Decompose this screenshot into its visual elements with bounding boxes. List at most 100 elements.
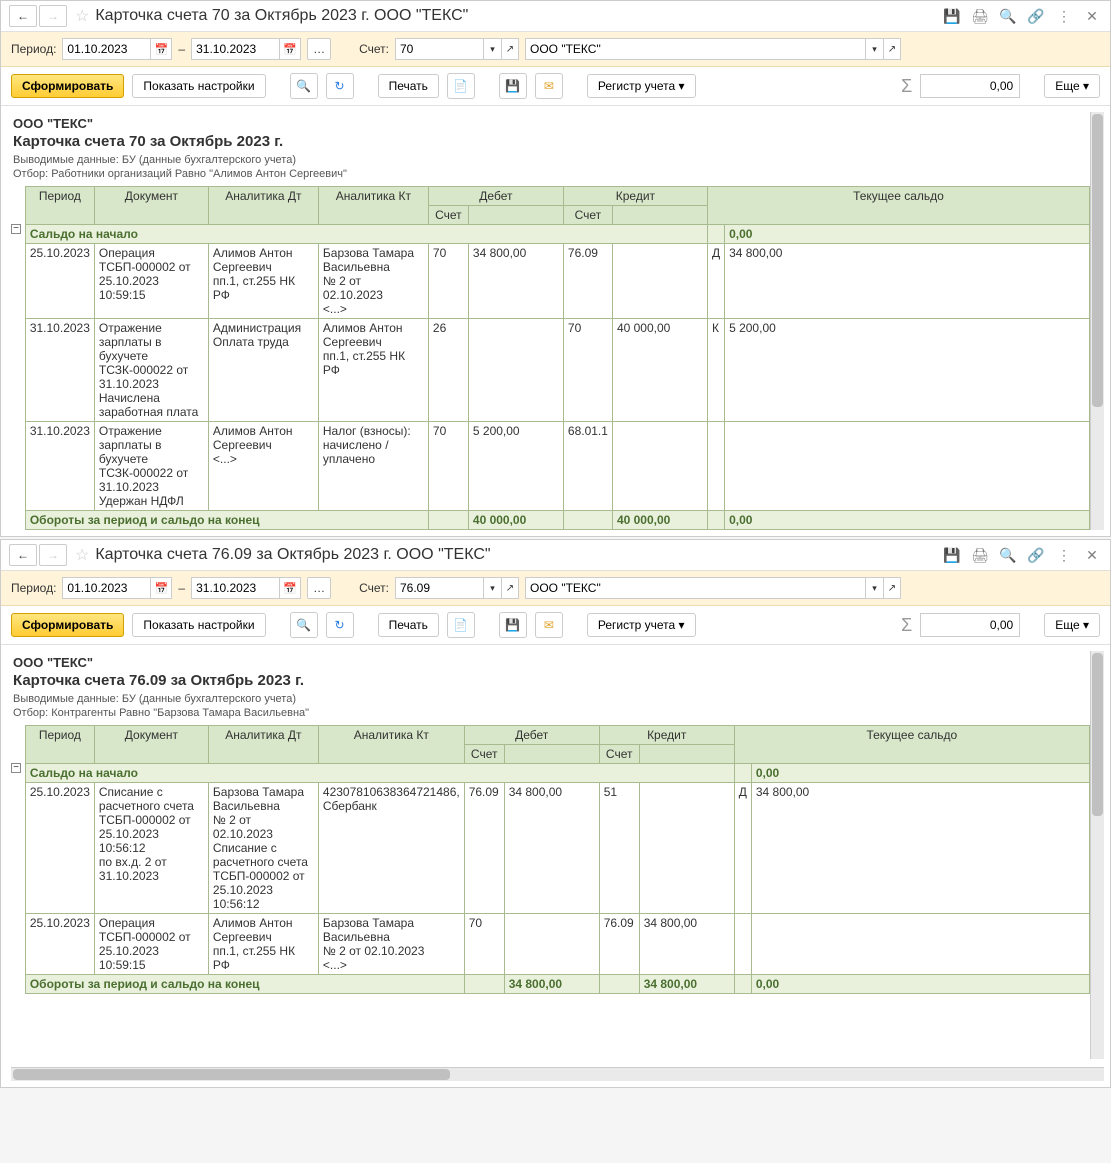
col-kt-sum (639, 745, 734, 764)
report-title: Карточка счета 70 за Октябрь 2023 г. (13, 133, 1088, 150)
table-row[interactable]: 31.10.2023Отражение зарплаты в бухучете … (25, 422, 1089, 511)
close-icon[interactable]: ✕ (1082, 545, 1102, 565)
link-icon[interactable]: 🔗 (1026, 6, 1046, 26)
register-dropdown[interactable]: Регистр учета ▾ (587, 613, 696, 637)
preview-icon[interactable]: 🔍 (998, 6, 1018, 26)
star-icon[interactable]: ☆ (75, 6, 89, 26)
form-button[interactable]: Сформировать (11, 613, 124, 637)
print-preview-icon[interactable]: 📄 (447, 612, 475, 638)
col-dt-sum (504, 745, 599, 764)
col-saldo: Текущее сальдо (707, 187, 1089, 225)
tree-column: − (11, 186, 25, 530)
sigma-icon: Σ (901, 615, 912, 636)
period-label: Период: (11, 581, 56, 595)
print-icon[interactable]: 🖨 (970, 6, 990, 26)
sigma-icon: Σ (901, 76, 912, 97)
date-to-input[interactable] (191, 38, 279, 60)
register-dropdown[interactable]: Регистр учета ▾ (587, 74, 696, 98)
more-button[interactable]: Еще ▾ (1044, 74, 1100, 98)
date-to-input[interactable] (191, 577, 279, 599)
col-an-dt: Аналитика Дт (208, 187, 318, 225)
nav-back[interactable]: ← (9, 544, 37, 566)
report-filter: Отбор: Работники организаций Равно "Алим… (13, 168, 1088, 180)
chevron-down-icon[interactable]: ▾ (865, 38, 883, 60)
nav-back[interactable]: ← (9, 5, 37, 27)
titlebar: ← → ☆ Карточка счета 70 за Октябрь 2023 … (1, 1, 1110, 32)
closing-row: Обороты за период и сальдо на конец40 00… (25, 511, 1089, 530)
report-table: Период Документ Аналитика Дт Аналитика К… (25, 725, 1090, 994)
account-input[interactable] (395, 577, 483, 599)
dash: – (178, 581, 185, 595)
close-icon[interactable]: ✕ (1082, 6, 1102, 26)
collapse-icon[interactable]: − (11, 763, 21, 773)
menu-dots-icon[interactable]: ⋮ (1054, 545, 1074, 565)
col-an-kt: Аналитика Кт (318, 187, 428, 225)
open-external-icon[interactable]: ↗ (883, 38, 901, 60)
refresh-icon[interactable]: ↻ (326, 612, 354, 638)
period-select-button[interactable]: … (307, 577, 331, 599)
show-settings-button[interactable]: Показать настройки (132, 613, 265, 637)
chevron-down-icon[interactable]: ▾ (483, 577, 501, 599)
table-row[interactable]: 31.10.2023Отражение зарплаты в бухучете … (25, 319, 1089, 422)
vertical-scrollbar[interactable] (1090, 651, 1104, 1059)
save-icon[interactable]: 💾 (942, 545, 962, 565)
print-icon[interactable]: 🖨 (970, 545, 990, 565)
col-period: Период (25, 726, 94, 764)
star-icon[interactable]: ☆ (75, 545, 89, 565)
refresh-icon[interactable]: ↻ (326, 73, 354, 99)
save-file-icon[interactable]: 💾 (499, 73, 527, 99)
calendar-icon[interactable]: 📅 (279, 38, 301, 60)
preview-icon[interactable]: 🔍 (998, 545, 1018, 565)
chevron-down-icon[interactable]: ▾ (865, 577, 883, 599)
period-select-button[interactable]: … (307, 38, 331, 60)
mail-icon[interactable]: ✉ (535, 612, 563, 638)
col-debit: Дебет (464, 726, 599, 745)
print-button[interactable]: Печать (378, 613, 439, 637)
col-saldo: Текущее сальдо (734, 726, 1089, 764)
table-row[interactable]: 25.10.2023Списание с расчетного счета ТС… (25, 783, 1089, 914)
report-table: Период Документ Аналитика Дт Аналитика К… (25, 186, 1090, 530)
search-icon[interactable]: 🔍 (290, 73, 318, 99)
show-settings-button[interactable]: Показать настройки (132, 74, 265, 98)
toolbar: Сформировать Показать настройки 🔍 ↻ Печа… (1, 606, 1110, 645)
col-dt-acc: Счет (464, 745, 504, 764)
col-kt-sum (612, 206, 707, 225)
form-button[interactable]: Сформировать (11, 74, 124, 98)
more-button[interactable]: Еще ▾ (1044, 613, 1100, 637)
mail-icon[interactable]: ✉ (535, 73, 563, 99)
vertical-scrollbar[interactable] (1090, 112, 1104, 530)
dash: – (178, 42, 185, 56)
col-an-dt: Аналитика Дт (208, 726, 318, 764)
org-input[interactable] (525, 38, 865, 60)
calendar-icon[interactable]: 📅 (150, 38, 172, 60)
save-file-icon[interactable]: 💾 (499, 612, 527, 638)
collapse-icon[interactable]: − (11, 224, 21, 234)
org-input[interactable] (525, 577, 865, 599)
menu-dots-icon[interactable]: ⋮ (1054, 6, 1074, 26)
link-icon[interactable]: 🔗 (1026, 545, 1046, 565)
period-label: Период: (11, 42, 56, 56)
page-title: Карточка счета 70 за Октябрь 2023 г. ООО… (95, 7, 942, 25)
sum-input[interactable] (920, 74, 1020, 98)
sum-input[interactable] (920, 613, 1020, 637)
print-button[interactable]: Печать (378, 74, 439, 98)
print-preview-icon[interactable]: 📄 (447, 73, 475, 99)
col-kt-acc: Счет (563, 206, 612, 225)
save-icon[interactable]: 💾 (942, 6, 962, 26)
account-input[interactable] (395, 38, 483, 60)
search-icon[interactable]: 🔍 (290, 612, 318, 638)
open-external-icon[interactable]: ↗ (883, 577, 901, 599)
nav-forward[interactable]: → (39, 544, 67, 566)
open-external-icon[interactable]: ↗ (501, 577, 519, 599)
chevron-down-icon[interactable]: ▾ (483, 38, 501, 60)
opening-row: Сальдо на начало0,00 (25, 764, 1089, 783)
table-row[interactable]: 25.10.2023Операция ТСБП-000002 от 25.10.… (25, 914, 1089, 975)
horizontal-scrollbar[interactable] (11, 1067, 1104, 1081)
open-external-icon[interactable]: ↗ (501, 38, 519, 60)
calendar-icon[interactable]: 📅 (150, 577, 172, 599)
date-from-input[interactable] (62, 38, 150, 60)
calendar-icon[interactable]: 📅 (279, 577, 301, 599)
date-from-input[interactable] (62, 577, 150, 599)
table-row[interactable]: 25.10.2023Операция ТСБП-000002 от 25.10.… (25, 244, 1089, 319)
nav-forward[interactable]: → (39, 5, 67, 27)
